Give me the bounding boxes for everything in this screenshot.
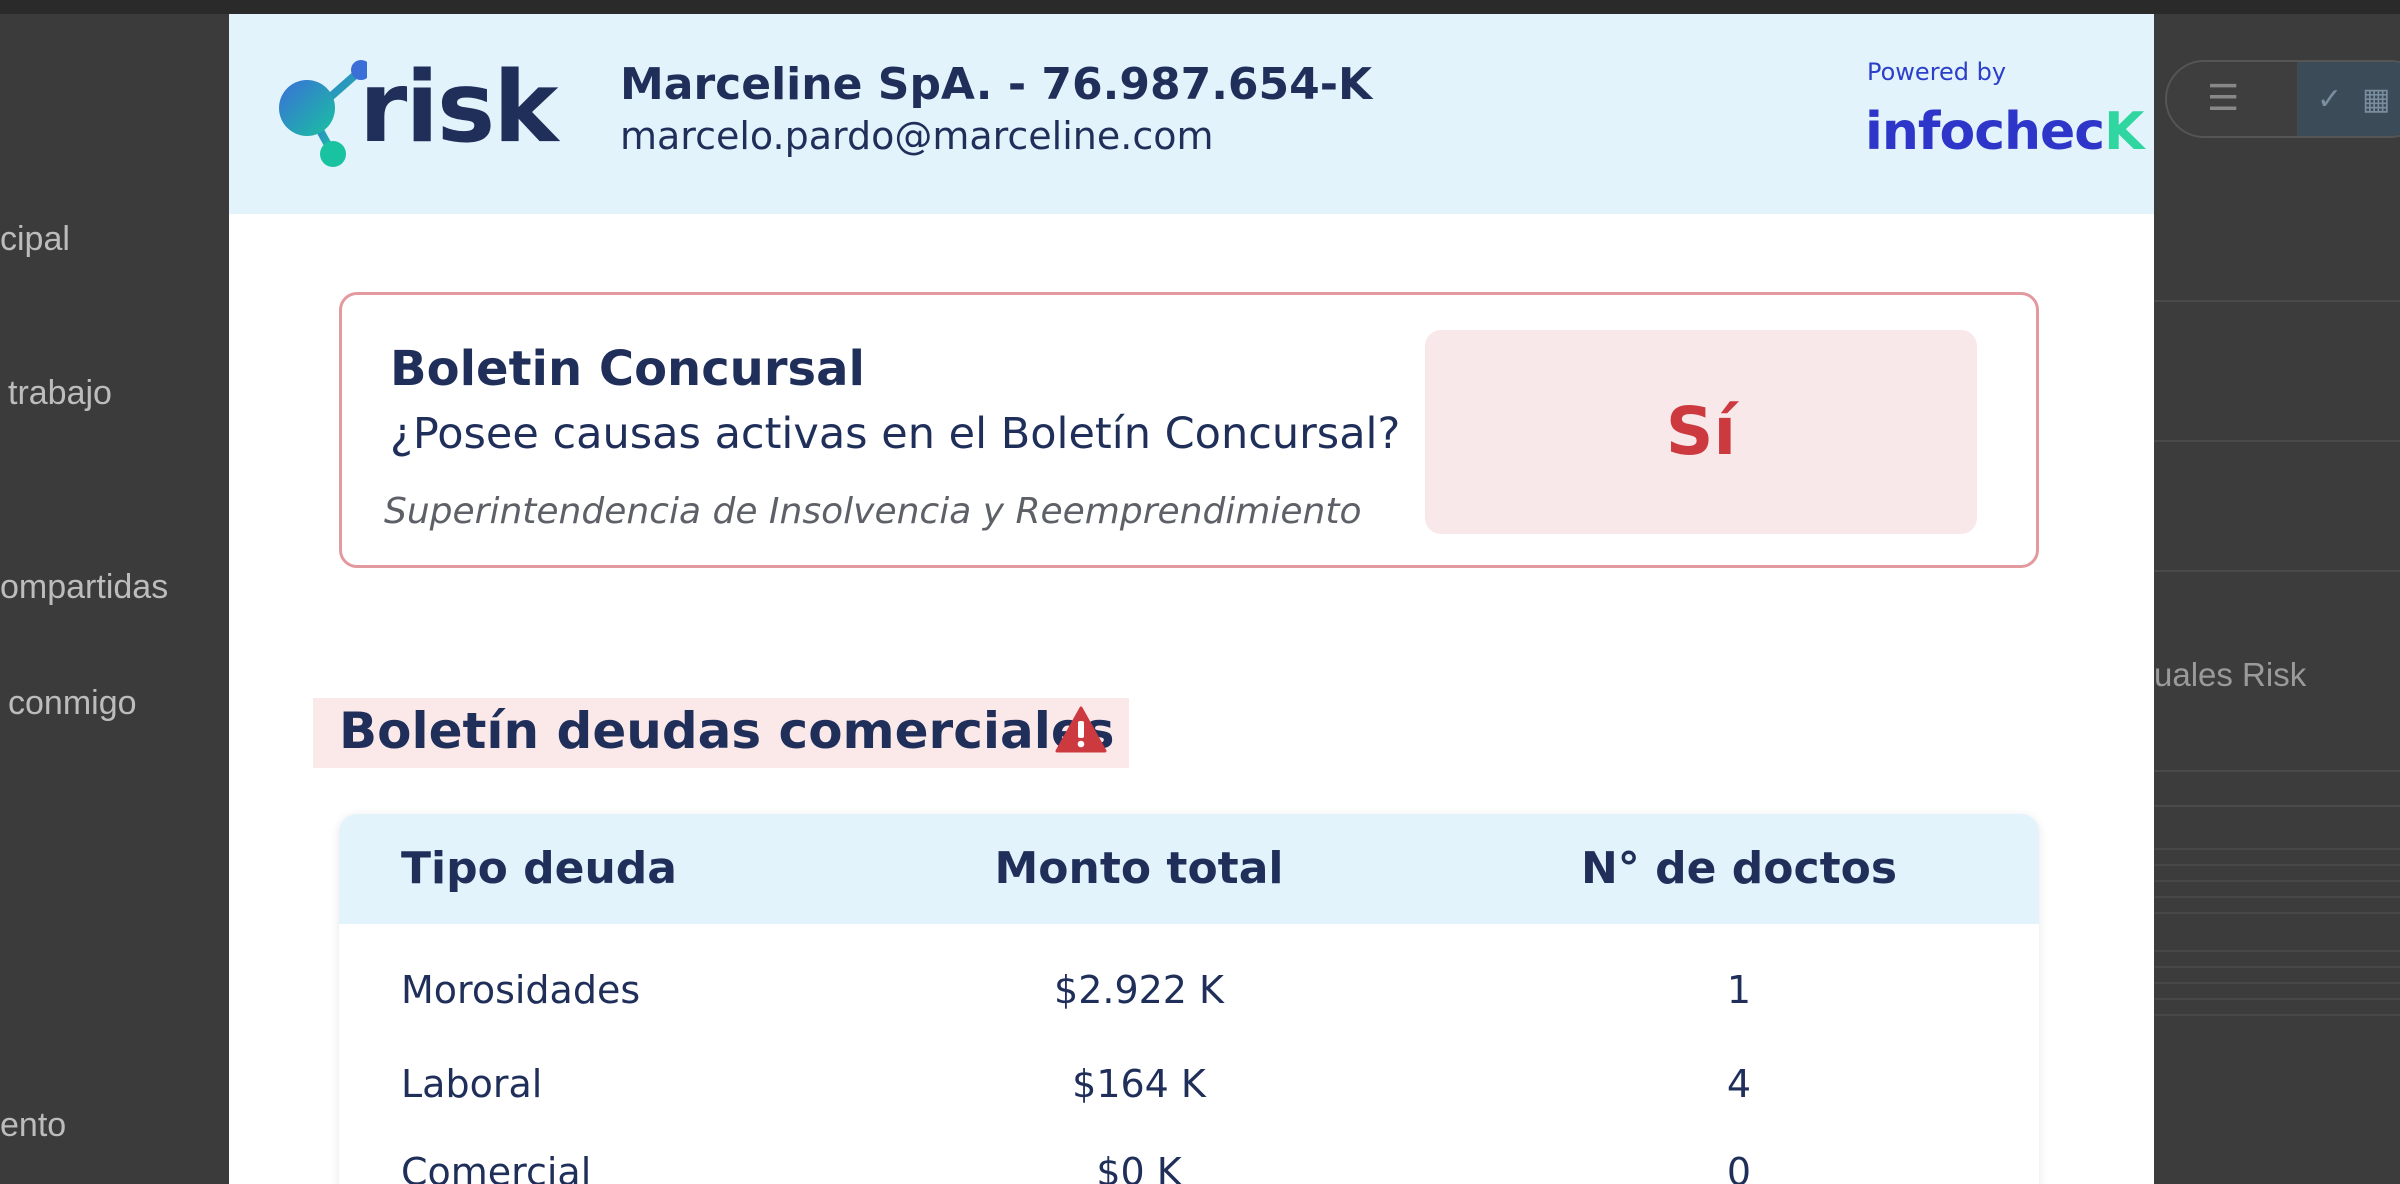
concursal-question: ¿Posee causas activas en el Boletín Conc… <box>390 409 1401 459</box>
concursal-answer-badge: Sí <box>1425 330 1977 534</box>
cell-monto: $164 K <box>1072 1062 1206 1106</box>
concursal-answer: Sí <box>1665 393 1737 470</box>
background-nav-item: ento <box>0 1106 67 1144</box>
background-nav-item: conmigo <box>8 684 137 722</box>
cell-doctos: 1 <box>1726 968 1752 1012</box>
column-header-tipo: Tipo deuda <box>401 843 677 894</box>
company-email: marcelo.pardo@marceline.com <box>620 114 1214 158</box>
powered-by-label: Powered by <box>1867 58 2007 86</box>
infocheck-wordmark: infochec <box>1865 102 2105 162</box>
table-header: Tipo deuda Monto total N° de doctos <box>339 814 2039 924</box>
background-paragraph <box>2154 842 2400 922</box>
cell-doctos: 0 <box>1726 1150 1752 1184</box>
molecule-logo-icon <box>279 60 367 167</box>
background-divider <box>2154 440 2400 442</box>
cell-tipo: Laboral <box>401 1062 543 1106</box>
cell-tipo: Morosidades <box>401 968 641 1012</box>
background-nav-item: ompartidas <box>0 568 169 606</box>
cell-monto: $0 K <box>1096 1150 1182 1184</box>
deudas-table: Tipo deuda Monto total N° de doctos Moro… <box>339 814 2039 1184</box>
concursal-title: Boletin Concursal <box>390 341 865 397</box>
logo-wordmark: risk <box>359 51 558 165</box>
report-header: risk Marceline SpA. - 76.987.654-K marce… <box>229 14 2154 214</box>
warning-icon <box>1055 706 1107 753</box>
background-nav-item: cipal <box>0 220 70 258</box>
check-icon: ✓ <box>2317 82 2343 117</box>
risk-logo: risk <box>277 52 558 170</box>
concursal-card: Boletin Concursal ¿Posee causas activas … <box>339 292 2039 568</box>
background-section-title: uales Risk <box>2154 656 2307 693</box>
background-divider <box>2154 300 2400 302</box>
column-header-doctos: N° de doctos <box>1580 843 1898 894</box>
grid-icon: ▦ <box>2362 82 2391 117</box>
infocheck-logo: infochecK <box>1865 102 2144 162</box>
background-top-bar <box>0 0 2400 14</box>
background-divider <box>2154 770 2400 772</box>
cell-tipo: Comercial <box>401 1150 592 1184</box>
deudas-section-title: Boletín deudas comerciales <box>339 702 1115 760</box>
infocheck-accent: K <box>2104 102 2144 162</box>
background-view-toggle: ☰ ✓ ▦ <box>2165 60 2400 138</box>
background-paragraph <box>2154 944 2400 1024</box>
company-name: Marceline SpA. - 76.987.654-K <box>620 59 1373 110</box>
cell-doctos: 4 <box>1726 1062 1752 1106</box>
background-nav-item: trabajo <box>8 374 112 412</box>
report-modal: risk Marceline SpA. - 76.987.654-K marce… <box>229 14 2154 1184</box>
background-divider <box>2154 570 2400 572</box>
cell-monto: $2.922 K <box>1054 968 1224 1012</box>
column-header-monto: Monto total <box>994 843 1284 894</box>
concursal-source: Superintendencia de Insolvencia y Reempr… <box>384 491 1362 532</box>
background-divider <box>2154 805 2400 807</box>
background-sidebar: cipal trabajo ompartidas conmigo ento <box>0 14 229 1184</box>
menu-icon: ☰ <box>2207 78 2240 119</box>
